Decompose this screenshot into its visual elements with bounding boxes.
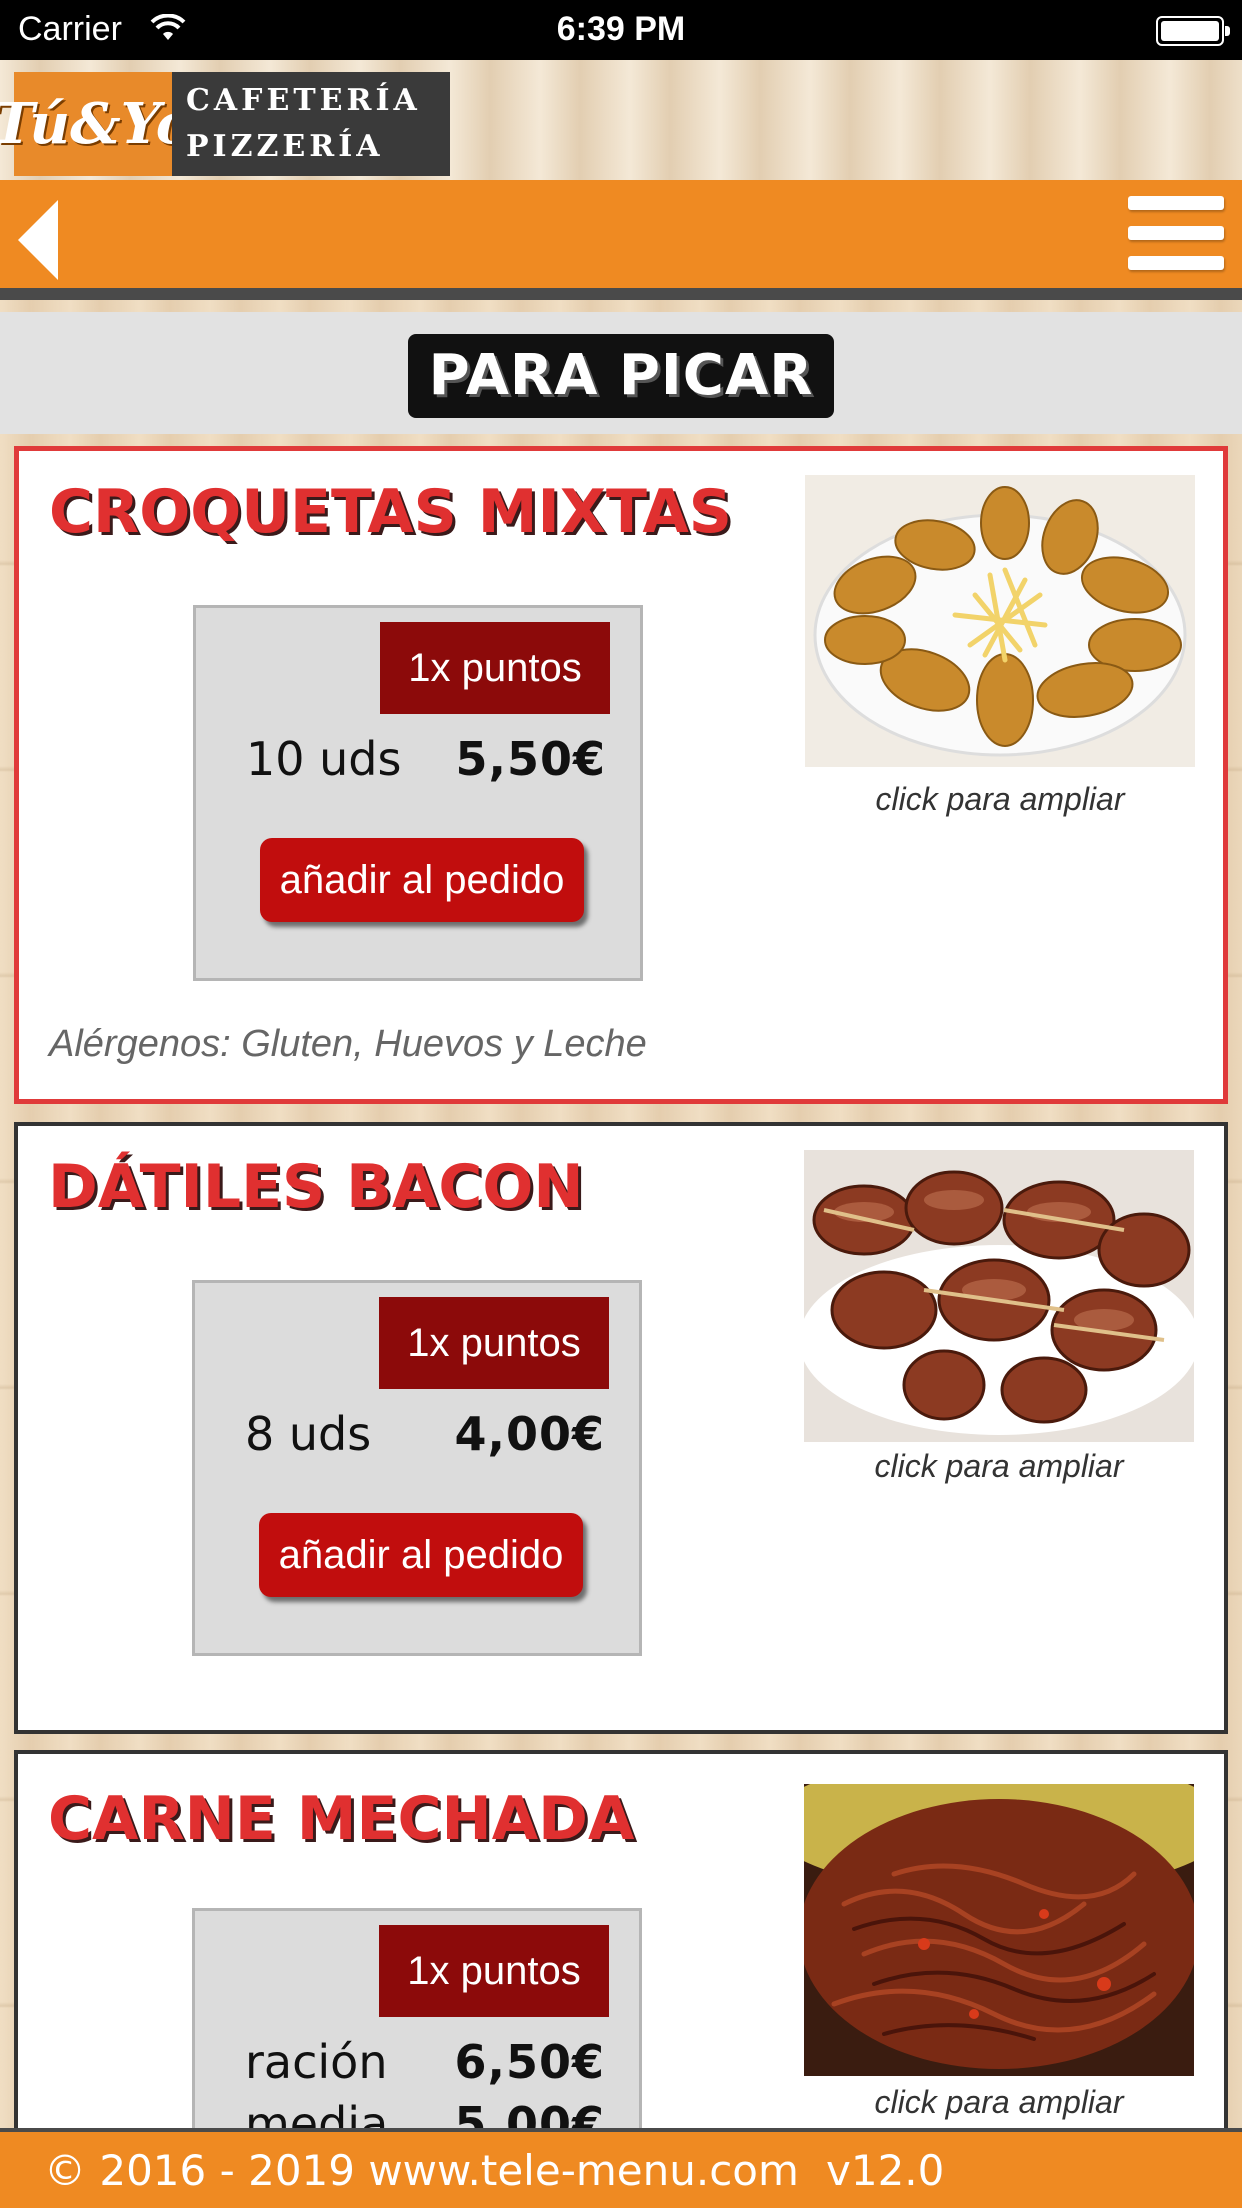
price-row: 10 uds 5,50€ [246, 732, 606, 792]
price-value: 4,00€ [454, 1407, 605, 1461]
price-value: 6,50€ [454, 2035, 605, 2089]
price-quantity: 10 uds [246, 732, 402, 786]
version-text: v12.0 [826, 2146, 945, 2195]
product-card[interactable]: DÁTILES BACON 1x puntos 8 uds 4,00€ añad… [14, 1122, 1228, 1734]
product-name: CROQUETAS MIXTAS [49, 477, 732, 547]
hamburger-menu-icon[interactable] [1128, 196, 1224, 282]
back-arrow-icon[interactable] [14, 198, 64, 282]
section-header: PARA PICAR [0, 312, 1242, 434]
clock: 6:39 PM [556, 10, 686, 48]
image-caption[interactable]: click para ampliar [804, 2084, 1194, 2121]
product-card[interactable]: CARNE MECHADA 1x puntos ración 6,50€ med… [14, 1750, 1228, 2208]
points-tag[interactable]: 1x puntos [379, 1925, 609, 2017]
logo-line-pizzeria: PIZZERÍA [186, 129, 384, 164]
app-header: Tú&Yo CAFETERÍA PIZZERÍA [0, 60, 1242, 180]
logo-line-cafeteria: CAFETERÍA [186, 83, 421, 118]
points-tag[interactable]: 1x puntos [380, 622, 610, 714]
croquetas-photo-icon[interactable] [805, 475, 1195, 767]
add-to-order-button[interactable]: añadir al pedido [260, 838, 584, 922]
logo-wordmark: CAFETERÍA PIZZERÍA [172, 72, 450, 176]
price-quantity: 8 uds [245, 1407, 372, 1461]
price-box: 1x puntos 10 uds 5,50€ añadir al pedido [193, 605, 643, 981]
restaurant-logo[interactable]: Tú&Yo CAFETERÍA PIZZERÍA [0, 72, 450, 176]
footer-bar: © 2016 - 2019 www.tele-menu.com v12.0 [0, 2128, 1242, 2208]
nav-bar [0, 180, 1242, 300]
image-caption[interactable]: click para ampliar [804, 1448, 1194, 1485]
product-name: CARNE MECHADA [48, 1784, 635, 1854]
points-tag[interactable]: 1x puntos [379, 1297, 609, 1389]
price-box: 1x puntos 8 uds 4,00€ añadir al pedido [192, 1280, 642, 1656]
image-caption[interactable]: click para ampliar [805, 781, 1195, 818]
price-row: 8 uds 4,00€ [245, 1407, 605, 1467]
product-card[interactable]: CROQUETAS MIXTAS 1x puntos 10 uds 5,50€ … [14, 446, 1228, 1104]
product-name: DÁTILES BACON [48, 1152, 584, 1222]
allergens-text: Alérgenos: Gluten, Huevos y Leche [49, 1023, 647, 1065]
price-quantity: ración [245, 2035, 388, 2089]
price-value: 5,50€ [455, 732, 606, 786]
price-row: ración 6,50€ [245, 2035, 605, 2095]
logo-script: Tú&Yo [0, 72, 193, 176]
section-title: PARA PICAR [408, 334, 834, 418]
copyright-text[interactable]: © 2016 - 2019 www.tele-menu.com [44, 2146, 799, 2195]
battery-icon [1156, 16, 1230, 46]
datiles-bacon-photo-icon[interactable] [804, 1150, 1194, 1442]
add-to-order-button[interactable]: añadir al pedido [259, 1513, 583, 1597]
carne-mechada-photo-icon[interactable] [804, 1784, 1194, 2076]
status-bar: Carrier 6:39 PM [0, 0, 1242, 60]
